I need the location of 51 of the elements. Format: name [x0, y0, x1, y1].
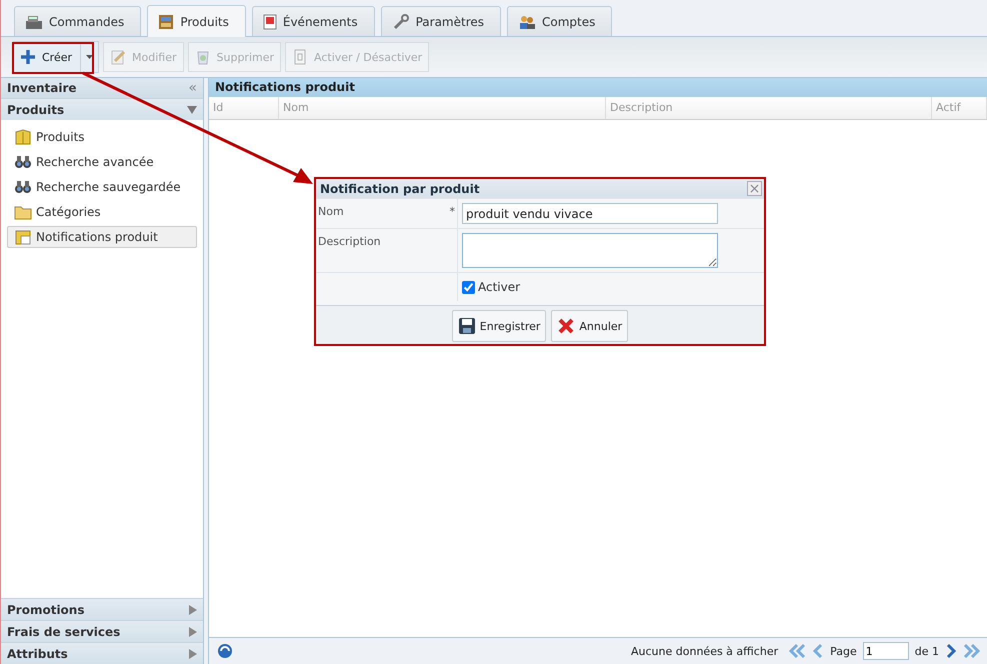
users-icon — [518, 14, 536, 30]
section-header[interactable]: Attributs — [1, 642, 203, 664]
tab[interactable]: Événements — [252, 6, 375, 36]
section-header[interactable]: Produits — [1, 98, 203, 120]
cross-icon — [557, 317, 576, 335]
status-message: Aucune données à afficher — [631, 644, 778, 658]
sidebar-item[interactable]: Produits — [7, 126, 197, 148]
grid-title: Notifications produit — [209, 78, 987, 97]
sidebar-item[interactable]: Recherche sauvegardée — [7, 176, 197, 198]
collapsed-arrow-icon — [189, 626, 197, 636]
sidebar-item[interactable]: Catégories — [7, 201, 197, 223]
cash-register-icon — [25, 14, 43, 30]
name-field[interactable]: produit vendu vivace — [462, 203, 718, 224]
shelf-icon — [158, 14, 174, 30]
tab[interactable]: Commandes — [14, 6, 142, 36]
checkbox-label: Activer — [478, 280, 520, 294]
collapsed-arrow-icon — [189, 648, 197, 658]
tab[interactable]: Produits — [147, 5, 246, 37]
dialog-title: Notification par produit — [320, 182, 480, 196]
recycle-bin-icon — [194, 49, 211, 65]
document-icon — [292, 49, 308, 65]
section-header[interactable]: Frais de services — [1, 620, 203, 642]
pencil-icon — [110, 49, 126, 65]
next-page-icon[interactable] — [945, 643, 957, 659]
collapsed-arrow-icon — [189, 604, 197, 614]
dialog-button[interactable]: Enregistrer — [452, 310, 546, 342]
field-label: Description — [318, 235, 381, 248]
active-checkbox[interactable] — [462, 280, 475, 294]
description-field[interactable] — [462, 233, 718, 268]
sidebar-item[interactable]: Notifications produit — [7, 226, 197, 248]
box-icon — [14, 128, 32, 146]
required-mark: * — [450, 205, 455, 218]
dialog-button[interactable]: Annuler — [551, 310, 628, 342]
wrench-icon — [392, 12, 410, 30]
folder-icon — [14, 204, 32, 220]
binoculars-icon — [14, 154, 32, 170]
notice-board-icon — [14, 228, 32, 246]
create-button[interactable]: Créer — [14, 42, 80, 72]
expanded-arrow-icon — [187, 106, 197, 114]
field-label: Nom — [318, 205, 344, 218]
page-label: Page — [830, 644, 857, 658]
sidebar-item[interactable]: Recherche avancée — [7, 151, 197, 173]
tab[interactable]: Paramètres — [380, 6, 501, 36]
sidebar-title: Inventaire — [7, 81, 77, 95]
section-header[interactable]: Promotions — [1, 598, 203, 620]
page-field[interactable]: 1 — [862, 642, 909, 660]
caret-icon — [86, 55, 94, 59]
tab[interactable]: Comptes — [507, 6, 612, 36]
plus-icon — [20, 49, 36, 65]
binoculars-icon — [14, 179, 32, 195]
page-count: de 1 — [914, 644, 939, 658]
